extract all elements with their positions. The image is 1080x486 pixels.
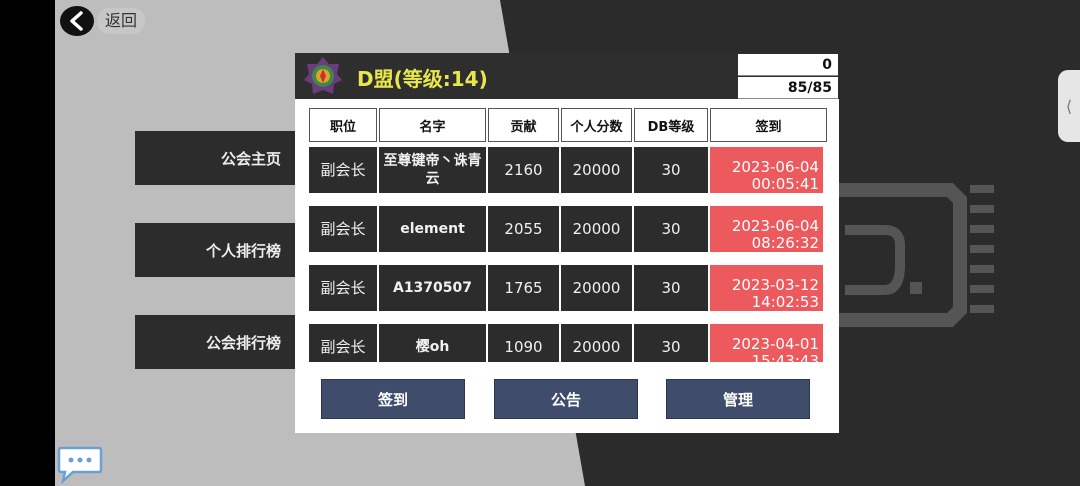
cell-contribution: 2055 — [488, 206, 559, 252]
column-header-db-level: DB等级 — [634, 108, 708, 142]
signin-date: 2023-06-04 — [731, 217, 819, 235]
left-black-strip — [0, 0, 55, 486]
member-table[interactable]: 职位 名字 贡献 个人分数 DB等级 签到 副会长 至尊键帝丶诛青云 2160 … — [307, 106, 829, 362]
column-header-position: 职位 — [309, 108, 377, 142]
signin-button[interactable]: 签到 — [321, 379, 465, 419]
column-header-name: 名字 — [379, 108, 486, 142]
cell-signin: 2023-06-04 08:26:32 — [710, 206, 823, 252]
cell-position: 副会长 — [309, 147, 377, 193]
back-button[interactable] — [60, 6, 94, 36]
guild-name: D盟(等级:14) — [357, 67, 488, 91]
cell-contribution: 2160 — [488, 147, 559, 193]
column-header-signin: 签到 — [710, 108, 827, 142]
guild-emblem-icon — [304, 57, 342, 94]
cell-db-level: 30 — [634, 206, 708, 252]
cell-db-level: 30 — [634, 265, 708, 311]
column-header-score: 个人分数 — [561, 108, 632, 142]
signin-date: 2023-06-04 — [731, 158, 819, 176]
signin-time: 00:05:41 — [751, 175, 819, 193]
cell-name: A1370507 — [379, 265, 486, 311]
cell-name: element — [379, 206, 486, 252]
column-header-contribution: 贡献 — [488, 108, 559, 142]
cell-db-level: 30 — [634, 324, 708, 362]
cell-score: 20000 — [561, 206, 632, 252]
guild-header: D盟(等级:14) 0 85/85 — [295, 53, 839, 99]
cell-signin: 2023-03-12 14:02:53 — [710, 265, 823, 311]
chevron-left-icon: ⟨ — [1065, 96, 1073, 116]
cell-position: 副会长 — [309, 324, 377, 362]
signin-time: 15:43:43 — [751, 352, 819, 363]
guild-counter-top: 0 — [738, 54, 838, 76]
cell-score: 20000 — [561, 265, 632, 311]
cell-signin: 2023-04-01 15:43:43 — [710, 324, 823, 362]
cell-score: 20000 — [561, 324, 632, 362]
guild-panel: D盟(等级:14) 0 85/85 职位 名字 贡献 个人分数 DB等级 签到 … — [295, 53, 839, 433]
cell-score: 20000 — [561, 147, 632, 193]
cell-signin: 2023-06-04 00:05:41 — [710, 147, 823, 193]
cell-contribution: 1090 — [488, 324, 559, 362]
menu-guild-ranking-button[interactable]: 公会排行榜 — [135, 315, 297, 369]
cell-name: 樱oh — [379, 324, 486, 362]
chevron-left-icon — [70, 11, 83, 31]
cell-position: 副会长 — [309, 265, 377, 311]
chat-icon[interactable] — [57, 444, 103, 484]
menu-guild-home-button[interactable]: 公会主页 — [135, 131, 297, 185]
menu-personal-ranking-button[interactable]: 个人排行榜 — [135, 223, 297, 277]
signin-time: 08:26:32 — [751, 234, 819, 252]
guild-member-count: 85/85 — [738, 77, 838, 99]
manage-button[interactable]: 管理 — [666, 379, 810, 419]
signin-date: 2023-04-01 — [731, 335, 819, 353]
signin-date: 2023-03-12 — [731, 276, 819, 294]
cell-position: 副会长 — [309, 206, 377, 252]
cell-db-level: 30 — [634, 147, 708, 193]
cell-name: 至尊键帝丶诛青云 — [379, 147, 486, 193]
announcement-button[interactable]: 公告 — [494, 379, 638, 419]
cell-contribution: 1765 — [488, 265, 559, 311]
signin-time: 14:02:53 — [751, 293, 819, 311]
side-drawer-tab[interactable]: ⟨ — [1058, 70, 1080, 142]
back-label[interactable]: 返回 — [97, 8, 146, 34]
